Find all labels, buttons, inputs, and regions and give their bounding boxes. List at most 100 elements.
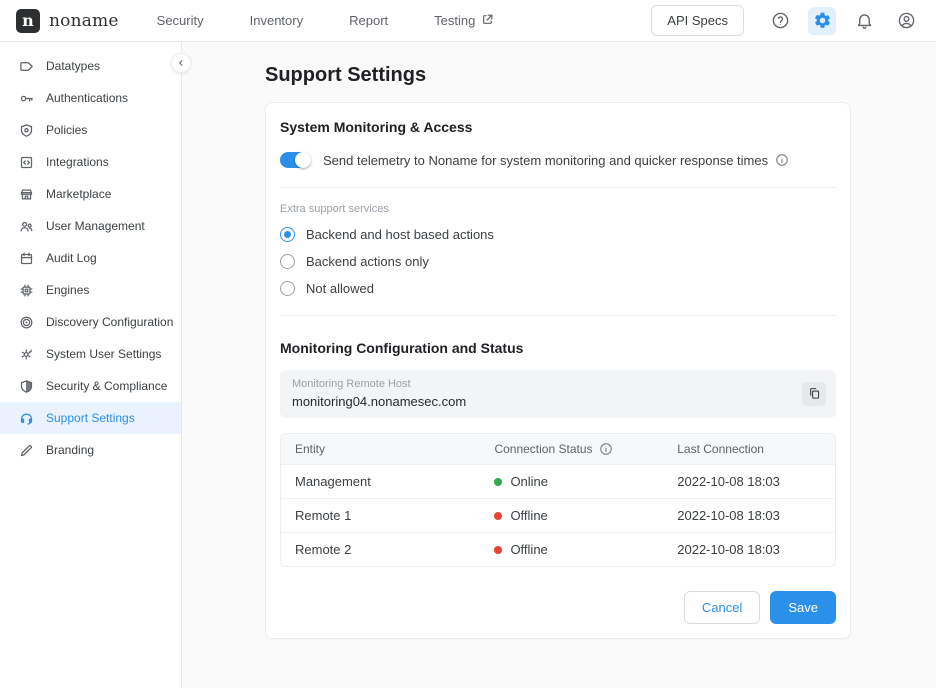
account-icon[interactable] [892,7,920,35]
sidebar-item-branding[interactable]: Branding [0,434,181,466]
tag-icon [18,58,34,74]
sidebar: Datatypes Authentications Policies Integ… [0,42,182,688]
sidebar-item-support-settings[interactable]: Support Settings [0,402,181,434]
sidebar-item-discovery-configuration[interactable]: Discovery Configuration [0,306,181,338]
header-entity: Entity [281,434,480,464]
external-link-icon [481,13,494,29]
telemetry-info-icon[interactable] [775,153,789,167]
cancel-button[interactable]: Cancel [684,591,760,624]
cell-last-connection: 2022-10-08 18:03 [663,499,835,532]
cell-last-connection: 2022-10-08 18:03 [663,465,835,498]
toggle-knob [295,152,311,168]
sidebar-item-label: Audit Log [46,251,97,265]
support-headset-icon [18,410,34,426]
shield-check-icon [18,378,34,394]
sidebar-item-datatypes[interactable]: Datatypes [0,50,181,82]
shield-policy-icon [18,122,34,138]
brand-name: noname [49,11,119,31]
sidebar-item-user-management[interactable]: User Management [0,210,181,242]
radio-button [280,254,295,269]
topbar-actions: API Specs [651,5,920,36]
form-actions: Cancel Save [280,591,836,624]
table-row: Remote 2 Offline 2022-10-08 18:03 [281,532,835,566]
status-text: Offline [510,508,547,523]
radio-backend-and-host[interactable]: Backend and host based actions [280,226,836,242]
cell-entity: Remote 1 [281,499,480,532]
host-text: Monitoring Remote Host monitoring04.nona… [292,378,802,409]
system-monitoring-heading: System Monitoring & Access [280,119,836,135]
sidebar-item-label: Discovery Configuration [46,315,173,329]
header-last-connection: Last Connection [663,434,835,464]
status-dot [494,546,502,554]
sidebar-item-label: User Management [46,219,145,233]
sidebar-item-label: Policies [46,123,87,137]
cell-entity: Management [281,465,480,498]
sidebar-item-audit-log[interactable]: Audit Log [0,242,181,274]
sidebar-item-authentications[interactable]: Authentications [0,82,181,114]
nav-label: Inventory [250,13,303,28]
notifications-bell-icon[interactable] [850,7,878,35]
sidebar-item-label: Authentications [46,91,128,105]
sidebar-item-label: Marketplace [46,187,111,201]
sidebar-item-label: Datatypes [46,59,100,73]
nav-label: Testing [434,13,475,28]
extra-support-services-label: Extra support services [280,203,836,215]
support-settings-card: System Monitoring & Access Send telemetr… [265,102,851,639]
cell-status: Offline [480,499,663,532]
sidebar-item-label: Engines [46,283,89,297]
calendar-icon [18,250,34,266]
nav-report[interactable]: Report [349,13,388,28]
connection-status-info-icon[interactable] [599,442,613,456]
target-icon [18,314,34,330]
cell-status: Online [480,465,663,498]
nav-inventory[interactable]: Inventory [250,13,303,28]
sidebar-item-label: Security & Compliance [46,379,167,393]
help-icon[interactable] [766,7,794,35]
telemetry-toggle[interactable] [280,152,310,168]
main-content: Support Settings System Monitoring & Acc… [182,42,936,688]
api-specs-button[interactable]: API Specs [651,5,744,36]
brand-logo[interactable]: n noname [16,9,119,33]
sidebar-collapse-button[interactable] [171,53,191,73]
divider [280,315,836,316]
sidebar-item-policies[interactable]: Policies [0,114,181,146]
settings-gear-icon[interactable] [808,7,836,35]
header-connection-status: Connection Status [480,434,663,464]
sidebar-item-integrations[interactable]: Integrations [0,146,181,178]
table-row: Management Online 2022-10-08 18:03 [281,464,835,498]
status-dot [494,512,502,520]
telemetry-toggle-row: Send telemetry to Noname for system moni… [280,152,836,168]
sidebar-item-label: Branding [46,443,94,457]
nav-label: Security [157,13,204,28]
nav-testing[interactable]: Testing [434,13,494,29]
radio-label: Backend and host based actions [306,227,494,242]
sidebar-item-engines[interactable]: Engines [0,274,181,306]
header-label: Connection Status [494,442,592,456]
status-text: Online [510,474,548,489]
radio-not-allowed[interactable]: Not allowed [280,280,836,296]
table-header-row: Entity Connection Status Last Connection [281,434,835,464]
radio-button [280,281,295,296]
pen-icon [18,442,34,458]
radio-backend-only[interactable]: Backend actions only [280,253,836,269]
status-text: Offline [510,542,547,557]
header-label: Entity [295,442,325,456]
connection-status-table: Entity Connection Status Last Connection… [280,433,836,567]
top-bar: n noname Security Inventory Report Testi… [0,0,936,42]
sidebar-item-security-compliance[interactable]: Security & Compliance [0,370,181,402]
sidebar-item-system-user-settings[interactable]: System User Settings [0,338,181,370]
radio-label: Not allowed [306,281,374,296]
save-button[interactable]: Save [770,591,836,624]
nav-security[interactable]: Security [157,13,204,28]
status-dot [494,478,502,486]
nav-label: Report [349,13,388,28]
sidebar-item-label: System User Settings [46,347,161,361]
sidebar-item-marketplace[interactable]: Marketplace [0,178,181,210]
page-title: Support Settings [265,64,936,87]
sidebar-item-label: Integrations [46,155,109,169]
key-icon [18,90,34,106]
gear-user-icon [18,346,34,362]
radio-label: Backend actions only [306,254,429,269]
copy-button[interactable] [802,382,826,406]
divider [280,187,836,188]
